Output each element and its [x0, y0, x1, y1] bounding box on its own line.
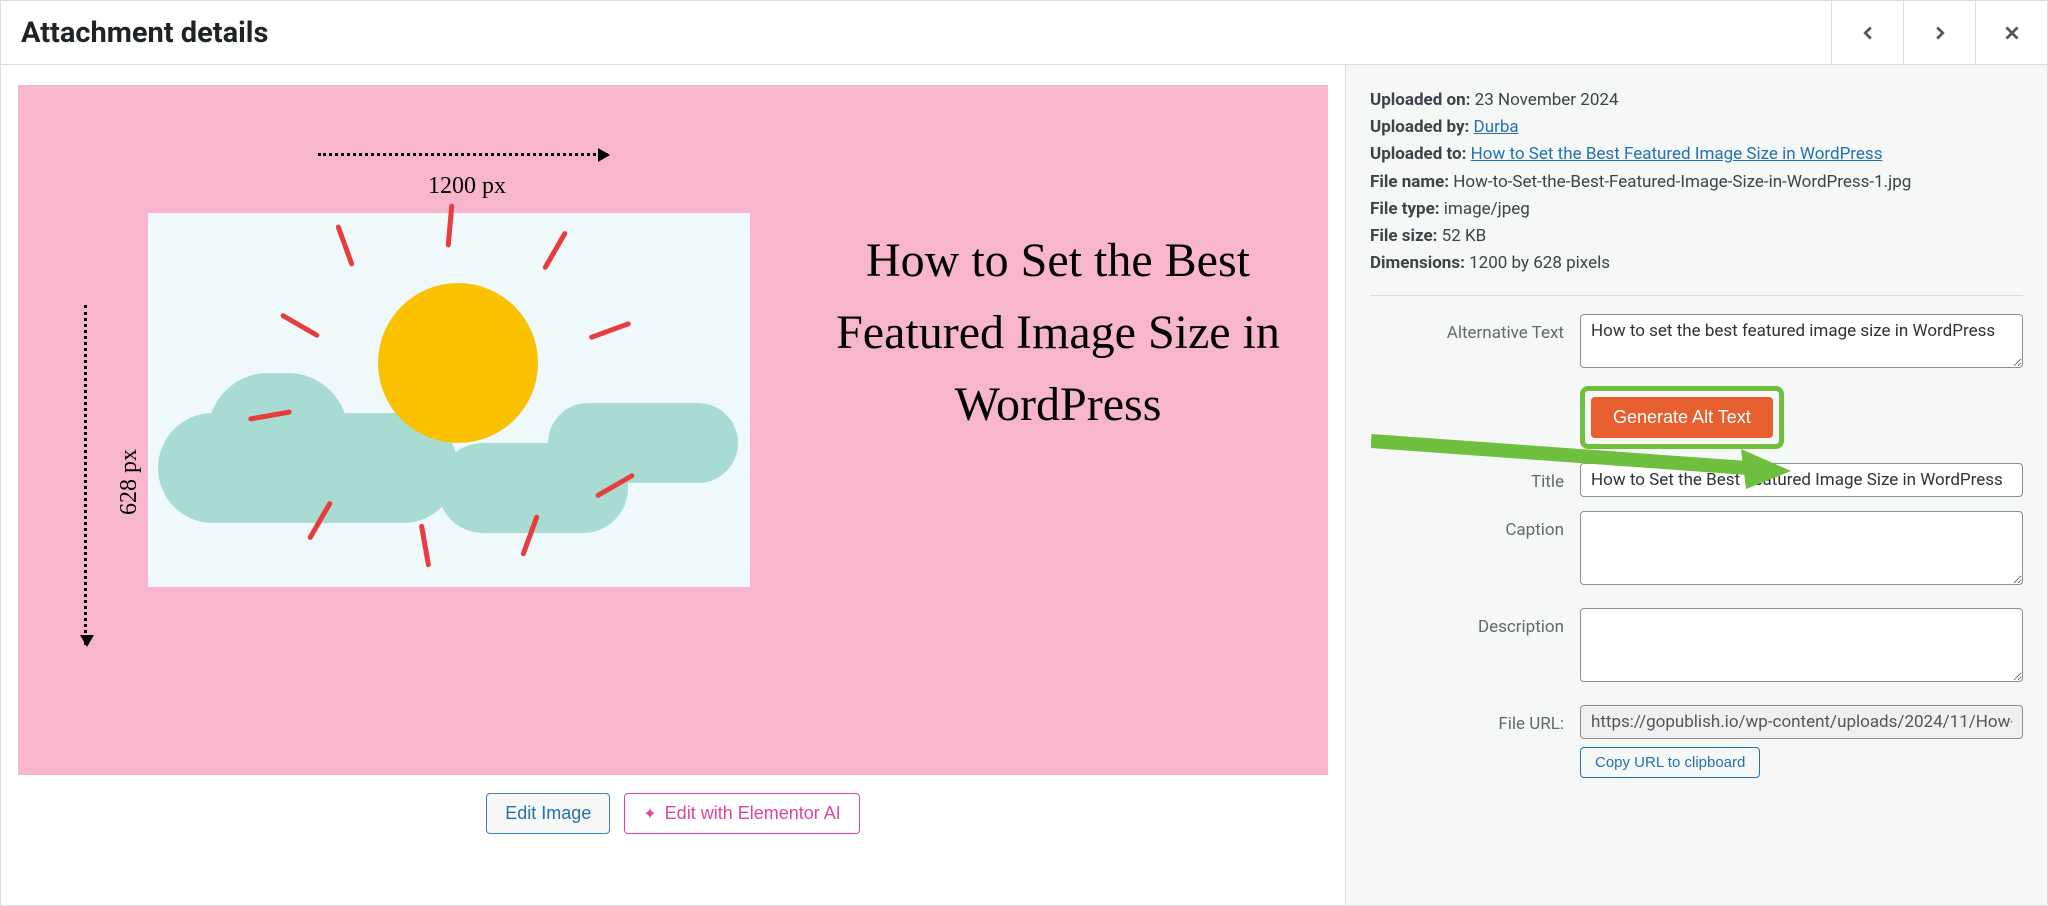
- meta-uploaded-to: Uploaded to: How to Set the Best Feature…: [1370, 141, 2023, 168]
- modal-header: Attachment details: [1, 1, 2047, 65]
- meta-uploaded-by: Uploaded by: Durba: [1370, 114, 2023, 141]
- sun-ray: [588, 321, 631, 341]
- meta-dimensions: Dimensions: 1200 by 628 pixels: [1370, 250, 2023, 277]
- description-label: Description: [1370, 608, 1580, 641]
- generate-alt-text-button[interactable]: Generate Alt Text: [1591, 397, 1773, 438]
- edit-elementor-ai-button[interactable]: ✦ Edit with Elementor AI: [624, 793, 860, 834]
- caption-row: Caption: [1370, 511, 2023, 594]
- sun-ray: [419, 523, 432, 567]
- edit-image-button[interactable]: Edit Image: [486, 793, 610, 834]
- prev-attachment-button[interactable]: [1831, 1, 1903, 64]
- attachment-details-modal: Attachment details 1200 px 628 px: [0, 0, 2048, 906]
- sun-illustration-card: [148, 213, 750, 587]
- meta-file-size: File size: 52 KB: [1370, 223, 2023, 250]
- cloud-shape: [208, 373, 348, 493]
- uploaded-to-link[interactable]: How to Set the Best Featured Image Size …: [1471, 144, 1883, 164]
- image-overlay-text: How to Set the Best Featured Image Size …: [818, 225, 1298, 441]
- close-icon: [2001, 22, 2023, 44]
- file-url-label: File URL:: [1370, 705, 1580, 738]
- close-modal-button[interactable]: [1975, 1, 2047, 64]
- attachment-preview-image: 1200 px 628 px: [18, 85, 1328, 775]
- sun-shape: [378, 283, 538, 443]
- file-url-input[interactable]: [1580, 705, 2023, 739]
- title-row: Title: [1370, 463, 2023, 497]
- meta-file-type: File type: image/jpeg: [1370, 196, 2023, 223]
- edit-elementor-label: Edit with Elementor AI: [665, 803, 841, 824]
- generate-highlight-box: Generate Alt Text: [1580, 386, 1784, 449]
- metadata-pane: Uploaded on: 23 November 2024 Uploaded b…: [1345, 65, 2047, 905]
- sparkle-icon: ✦: [643, 804, 656, 824]
- preview-actions: Edit Image ✦ Edit with Elementor AI: [486, 793, 860, 834]
- alt-text-input[interactable]: [1580, 314, 2023, 368]
- description-input[interactable]: [1580, 608, 2023, 682]
- uploaded-by-link[interactable]: Durba: [1474, 117, 1519, 137]
- header-nav-buttons: [1831, 1, 2047, 64]
- height-dimension-line: [84, 305, 87, 645]
- modal-title: Attachment details: [21, 16, 268, 50]
- height-dimension-label: 628 px: [116, 449, 143, 515]
- modal-body: 1200 px 628 px: [1, 65, 2047, 905]
- alt-text-label: Alternative Text: [1370, 314, 1580, 347]
- width-dimension-label: 1200 px: [428, 173, 506, 200]
- chevron-right-icon: [1929, 22, 1951, 44]
- title-input[interactable]: [1580, 463, 2023, 497]
- meta-uploaded-on: Uploaded on: 23 November 2024: [1370, 87, 2023, 114]
- sun-ray: [280, 312, 321, 338]
- caption-input[interactable]: [1580, 511, 2023, 585]
- copy-url-button[interactable]: Copy URL to clipboard: [1580, 747, 1760, 778]
- width-dimension-line: [318, 153, 608, 156]
- chevron-left-icon: [1857, 22, 1879, 44]
- description-row: Description: [1370, 608, 2023, 691]
- sun-ray: [542, 230, 568, 271]
- preview-pane: 1200 px 628 px: [1, 65, 1345, 905]
- sun-ray: [446, 203, 455, 247]
- meta-divider: [1370, 295, 2023, 296]
- next-attachment-button[interactable]: [1903, 1, 1975, 64]
- file-url-row: File URL: Copy URL to clipboard: [1370, 705, 2023, 778]
- title-label: Title: [1370, 463, 1580, 496]
- alt-text-row: Alternative Text Generate Alt Text: [1370, 314, 2023, 448]
- caption-label: Caption: [1370, 511, 1580, 544]
- sun-ray: [335, 224, 355, 267]
- meta-file-name: File name: How-to-Set-the-Best-Featured-…: [1370, 169, 2023, 196]
